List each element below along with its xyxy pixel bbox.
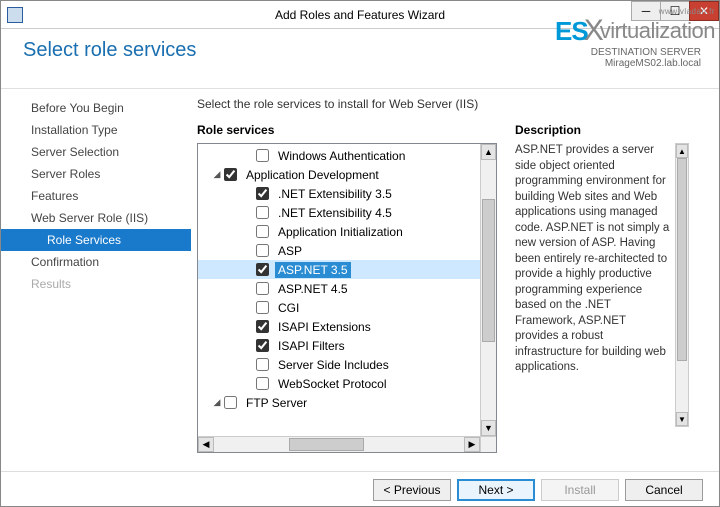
tree-checkbox[interactable]: [256, 244, 269, 257]
scroll-up-icon[interactable]: ▲: [481, 144, 496, 160]
next-button[interactable]: Next >: [457, 479, 535, 501]
tree-label: ISAPI Extensions: [275, 319, 374, 335]
collapse-icon[interactable]: [212, 397, 222, 408]
instruction-text: Select the role services to install for …: [197, 97, 709, 111]
tree-checkbox[interactable]: [256, 377, 269, 390]
tree-row[interactable]: Windows Authentication: [198, 146, 480, 165]
tree-label: Windows Authentication: [275, 148, 408, 164]
nav-item: Results: [1, 273, 191, 295]
tree-label: ISAPI Filters: [275, 338, 348, 354]
destination-server: DESTINATION SERVER MirageMS02.lab.local: [591, 47, 701, 69]
nav-item[interactable]: Features: [1, 185, 191, 207]
tree-label: Application Development: [243, 167, 382, 183]
description-heading: Description: [515, 123, 685, 137]
scroll-thumb[interactable]: [289, 438, 364, 451]
tree-row[interactable]: Application Initialization: [198, 222, 480, 241]
header: Select role services DESTINATION SERVER …: [1, 29, 719, 89]
nav-item[interactable]: Confirmation: [1, 251, 191, 273]
description-text: ASP.NET provides a server side object or…: [515, 143, 685, 423]
horizontal-scrollbar[interactable]: ◀ ▶: [198, 436, 480, 452]
tree-label: .NET Extensibility 3.5: [275, 186, 395, 202]
maximize-button[interactable]: ☐: [660, 1, 690, 21]
scroll-left-icon[interactable]: ◀: [198, 437, 214, 452]
tree-label: .NET Extensibility 4.5: [275, 205, 395, 221]
tree-row[interactable]: .NET Extensibility 4.5: [198, 203, 480, 222]
collapse-icon[interactable]: [212, 169, 222, 180]
title-bar: Add Roles and Features Wizard ─ ☐ ✕: [1, 1, 719, 29]
nav-item[interactable]: Role Services: [1, 229, 191, 251]
tree-checkbox[interactable]: [256, 282, 269, 295]
tree-label: FTP Server: [243, 395, 310, 411]
role-services-tree[interactable]: Windows Authentication Application Develo…: [197, 143, 497, 453]
tree-label: CGI: [275, 300, 302, 316]
close-button[interactable]: ✕: [689, 1, 719, 21]
window-title: Add Roles and Features Wizard: [275, 8, 445, 22]
tree-row[interactable]: ASP.NET 4.5: [198, 279, 480, 298]
role-services-heading: Role services: [197, 123, 497, 137]
tree-checkbox[interactable]: [256, 263, 269, 276]
tree-checkbox[interactable]: [256, 358, 269, 371]
tree-row[interactable]: Application Development: [198, 165, 480, 184]
tree-row[interactable]: ASP.NET 3.5: [198, 260, 480, 279]
tree-row[interactable]: WebSocket Protocol: [198, 374, 480, 393]
tree-row[interactable]: ISAPI Filters: [198, 336, 480, 355]
tree-checkbox[interactable]: [224, 396, 237, 409]
wizard-nav: Before You BeginInstallation TypeServer …: [1, 89, 191, 471]
tree-checkbox[interactable]: [256, 301, 269, 314]
tree-label: Application Initialization: [275, 224, 406, 240]
tree-checkbox[interactable]: [256, 149, 269, 162]
tree-label: ASP.NET 3.5: [275, 262, 351, 278]
tree-label: ASP: [275, 243, 305, 259]
tree-label: WebSocket Protocol: [275, 376, 390, 392]
scroll-up-icon[interactable]: ▲: [676, 144, 688, 158]
scroll-right-icon[interactable]: ▶: [464, 437, 480, 452]
install-button[interactable]: Install: [541, 479, 619, 501]
wizard-footer: < Previous Next > Install Cancel: [1, 471, 719, 507]
tree-row[interactable]: Server Side Includes: [198, 355, 480, 374]
nav-item[interactable]: Web Server Role (IIS): [1, 207, 191, 229]
scroll-thumb[interactable]: [482, 199, 495, 342]
previous-button[interactable]: < Previous: [373, 479, 451, 501]
nav-item[interactable]: Before You Begin: [1, 97, 191, 119]
scroll-down-icon[interactable]: ▼: [676, 412, 688, 426]
tree-checkbox[interactable]: [224, 168, 237, 181]
tree-checkbox[interactable]: [256, 187, 269, 200]
tree-row[interactable]: ISAPI Extensions: [198, 317, 480, 336]
scroll-thumb[interactable]: [677, 158, 687, 361]
nav-item[interactable]: Installation Type: [1, 119, 191, 141]
scroll-down-icon[interactable]: ▼: [481, 420, 496, 436]
minimize-button[interactable]: ─: [631, 1, 661, 21]
app-icon: [7, 7, 23, 23]
nav-item[interactable]: Server Roles: [1, 163, 191, 185]
tree-row[interactable]: ASP: [198, 241, 480, 260]
tree-checkbox[interactable]: [256, 320, 269, 333]
tree-label: Server Side Includes: [275, 357, 392, 373]
tree-checkbox[interactable]: [256, 339, 269, 352]
cancel-button[interactable]: Cancel: [625, 479, 703, 501]
nav-item[interactable]: Server Selection: [1, 141, 191, 163]
tree-checkbox[interactable]: [256, 206, 269, 219]
vertical-scrollbar[interactable]: ▲ ▼: [480, 144, 496, 436]
tree-row[interactable]: CGI: [198, 298, 480, 317]
tree-label: ASP.NET 4.5: [275, 281, 351, 297]
tree-checkbox[interactable]: [256, 225, 269, 238]
description-scrollbar[interactable]: ▲ ▼: [675, 143, 689, 427]
tree-row[interactable]: FTP Server: [198, 393, 480, 412]
tree-row[interactable]: .NET Extensibility 3.5: [198, 184, 480, 203]
